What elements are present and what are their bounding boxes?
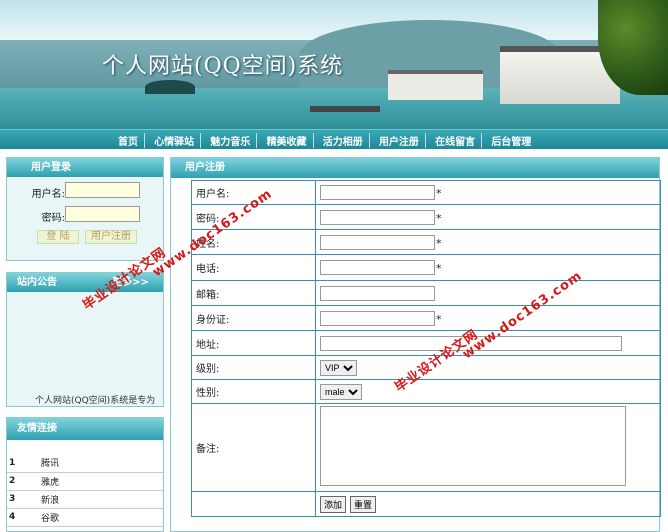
login-title: 用户登录 [7,158,163,177]
banner-boat [310,106,380,112]
nav-item-register[interactable]: 用户注册 [373,133,426,148]
required-mark: * [436,312,442,326]
link-row: 2 雅虎 [7,472,163,491]
link-tencent[interactable]: 腾讯 [41,454,163,473]
site-banner: 个人网站(QQ空间)系统 [0,0,668,129]
nav-item-music[interactable]: 魅力音乐 [204,133,258,148]
register-title: 用户注册 [171,158,659,178]
login-panel: 用户登录 用户名: 密码: 登 陆 用户注册 [6,157,164,261]
required-mark: * [436,236,442,250]
required-mark: * [436,187,442,200]
password-input[interactable] [65,206,140,222]
submit-button[interactable]: 添加 [320,495,347,513]
username-label: 用户名: [31,189,65,200]
required-mark: * [436,211,442,225]
email-field-label: 邮箱: [191,280,316,306]
remark-textarea[interactable] [320,406,626,486]
link-row: 4 谷歌 [7,508,163,527]
username-row: 用户名: [11,182,161,200]
link-row: 3 新浪 [7,490,163,509]
username-input[interactable] [65,182,140,198]
link-number: 4 [7,508,41,527]
banner-island [145,80,195,94]
reg-username-input[interactable] [320,185,435,200]
nav-item-collection[interactable]: 精美收藏 [261,133,314,148]
idcard-field-label: 身份证: [191,305,316,331]
link-row: 1 腾讯 [7,454,163,473]
empty-cell [191,491,316,517]
gender-select[interactable]: male [320,383,362,400]
reg-phone-input[interactable] [320,260,435,275]
login-button[interactable]: 登 陆 [37,230,79,244]
links-table: 1 腾讯 2 雅虎 3 新浪 4 谷歌 [7,454,163,527]
link-number: 1 [7,454,41,473]
register-form: 用户名: * 密码: * 姓名: * 电话: * 邮箱: 身份证: * 地址: … [191,180,661,517]
register-button[interactable]: 用户注册 [85,230,137,244]
level-select[interactable]: VIP [320,359,357,376]
links-panel: 友情连接 1 腾讯 2 雅虎 3 新浪 4 谷歌 [6,417,164,532]
phone-field-label: 电话: [191,254,316,281]
links-title: 友情连接 [7,418,163,440]
link-yahoo[interactable]: 雅虎 [41,472,163,491]
link-google[interactable]: 谷歌 [41,508,163,527]
nav-item-album[interactable]: 活力相册 [317,133,370,148]
link-number: 3 [7,490,41,509]
gender-field-label: 性别: [191,379,316,404]
level-field-label: 级别: [191,355,316,380]
reg-email-input[interactable] [320,285,435,301]
remark-field-label: 备注: [191,403,316,492]
nav-item-mood[interactable]: 心情驿站 [148,133,202,148]
site-title: 个人网站(QQ空间)系统 [102,54,344,79]
reset-button[interactable]: 重置 [350,495,377,513]
password-label: 密码: [41,213,65,224]
nav-item-guestbook[interactable]: 在线留言 [429,133,483,148]
address-field-label: 地址: [191,330,316,356]
main-nav: 首页 心情驿站 魅力音乐 精美收藏 活力相册 用户注册 在线留言 后台管理 [0,129,668,149]
link-sina[interactable]: 新浪 [41,490,163,509]
nav-item-home[interactable]: 首页 [112,133,145,148]
notice-marquee: 个人网站(QQ空间)系统是专为 [35,396,156,406]
password-row: 密码: [11,206,161,224]
nav-item-admin[interactable]: 后台管理 [485,133,537,148]
reg-password-input[interactable] [320,209,435,225]
link-number: 2 [7,472,41,491]
banner-houses-far [388,70,483,100]
reg-idcard-input[interactable] [320,310,435,326]
reg-realname-input[interactable] [320,234,435,250]
required-mark: * [436,262,442,275]
